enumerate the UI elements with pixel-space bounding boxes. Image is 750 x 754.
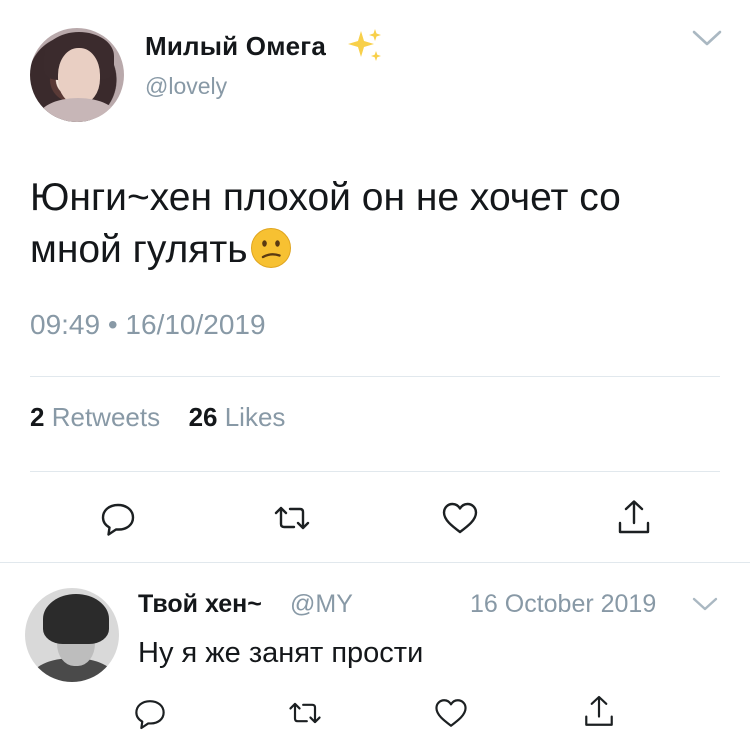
avatar-hair (43, 594, 109, 644)
share-icon[interactable] (612, 496, 656, 540)
divider (30, 376, 720, 377)
tweet-text: Юнги~хен плохой он не хочет со мной гуля… (30, 172, 720, 276)
author-handle[interactable]: @lovely (145, 73, 227, 100)
share-icon[interactable] (579, 692, 619, 732)
reply-author-avatar[interactable] (25, 588, 119, 682)
author-display-name[interactable]: Милый Омега (145, 31, 326, 62)
tweet-stats: 2 Retweets 26 Likes (30, 402, 285, 433)
reply-text: Ну я же занят прости (138, 637, 424, 669)
chevron-down-icon[interactable] (690, 593, 720, 615)
tweet-timestamp[interactable]: 09:49 • 16/10/2019 (30, 309, 266, 341)
like-icon[interactable] (438, 496, 482, 540)
retweet-icon[interactable] (285, 693, 325, 733)
tweet-text-content: Юнги~хен плохой он не хочет со мной гуля… (30, 176, 621, 271)
chevron-down-icon[interactable] (690, 26, 724, 50)
avatar-shoulder (38, 98, 118, 122)
retweet-icon[interactable] (270, 496, 314, 540)
reply-author-handle[interactable]: @MY (290, 590, 353, 619)
reply-icon[interactable] (130, 693, 170, 733)
reply-date[interactable]: 16 October 2019 (470, 590, 656, 619)
retweets-count[interactable]: 2 (30, 402, 44, 432)
like-icon[interactable] (431, 693, 471, 733)
reply-icon[interactable] (96, 496, 140, 540)
sparkles-icon (345, 27, 385, 65)
divider (30, 471, 720, 472)
author-avatar[interactable] (30, 28, 124, 122)
retweets-label[interactable]: Retweets (52, 402, 160, 432)
confused-face-emoji (250, 227, 292, 269)
likes-count[interactable]: 26 (189, 402, 218, 432)
avatar-face (58, 48, 100, 104)
divider (0, 562, 750, 563)
likes-label[interactable]: Likes (225, 402, 286, 432)
reply-author-display-name[interactable]: Твой хен~ (138, 590, 262, 619)
